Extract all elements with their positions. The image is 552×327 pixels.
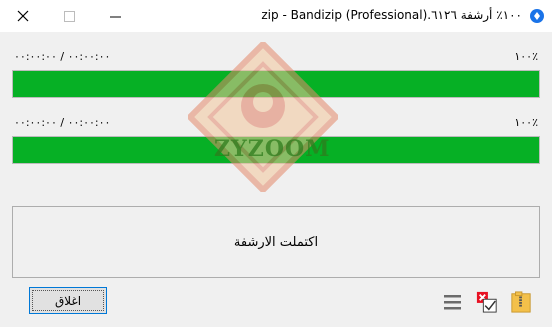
percent-total: ١٠٠٪ — [514, 116, 538, 129]
watermark-logo — [188, 42, 338, 192]
elapsed-time-file: ٠٠:٠٠:٠٠ / ٠٠:٠٠:٠٠ — [14, 50, 111, 63]
title-bar: ١٠٠٪ أرشفة ٦١٢٦.zip - Bandizip (Professi… — [0, 0, 552, 32]
menu-icon[interactable] — [442, 290, 464, 314]
minimize-button[interactable] — [92, 0, 138, 32]
bandizip-app-icon — [530, 9, 544, 23]
percent-file: ١٠٠٪ — [514, 50, 538, 63]
open-folder-icon[interactable] — [510, 290, 532, 314]
status-panel: اكتملت الارشفة — [12, 206, 540, 278]
close-window-button[interactable] — [0, 0, 46, 32]
minimize-icon — [109, 16, 121, 17]
window-title: ١٠٠٪ أرشفة ٦١٢٦.zip - Bandizip (Professi… — [261, 8, 522, 22]
close-button[interactable]: اغلاق — [29, 287, 107, 314]
elapsed-time-total: ٠٠:٠٠:٠٠ / ٠٠:٠٠:٠٠ — [14, 116, 111, 129]
close-when-done-icon[interactable] — [476, 290, 498, 314]
watermark-text: ZYZOOM — [214, 136, 331, 162]
close-icon — [17, 10, 29, 22]
status-message: اكتملت الارشفة — [233, 234, 319, 250]
maximize-icon — [63, 10, 75, 22]
maximize-button[interactable] — [46, 0, 92, 32]
